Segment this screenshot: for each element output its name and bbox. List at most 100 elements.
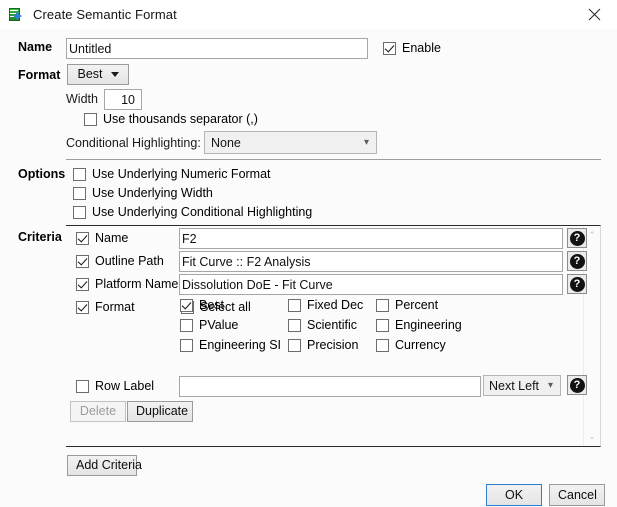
row-label-position-select[interactable]: Next Left ▾: [483, 375, 561, 396]
format-option-pvalue-checkbox-box[interactable]: [180, 318, 193, 332]
format-option-percent[interactable]: Percent: [376, 298, 462, 312]
format-option-percent-label: Percent: [395, 298, 439, 312]
format-option-percent-checkbox-box[interactable]: [376, 298, 389, 312]
format-option-currency-checkbox-box[interactable]: [376, 338, 389, 352]
format-option-precision[interactable]: Precision: [288, 338, 376, 352]
window-titlebar: Create Semantic Format: [0, 0, 617, 29]
row-label-help-icon[interactable]: ?: [567, 375, 587, 395]
name-label-wrap: Name: [18, 40, 52, 54]
format-option-precision-checkbox-box[interactable]: [288, 338, 301, 352]
option-numeric-format-label: Use Underlying Numeric Format: [92, 167, 271, 181]
option-width-label: Use Underlying Width: [92, 186, 213, 200]
row-label-input[interactable]: [179, 376, 481, 397]
format-option-engineering-label: Engineering: [395, 318, 462, 332]
criteria-platform-name-checkbox[interactable]: Platform Name: [76, 277, 178, 291]
thousands-separator-label: Use thousands separator (,): [103, 112, 258, 126]
scroll-down-icon[interactable]: ⌄: [588, 427, 596, 446]
criteria-format-checkbox[interactable]: Format: [76, 300, 135, 314]
divider-format-options: [66, 159, 601, 160]
criteria-outline-path-input[interactable]: [179, 251, 563, 272]
option-use-underlying-width[interactable]: Use Underlying Width: [73, 186, 213, 200]
criteria-name-checkbox-box[interactable]: [76, 231, 89, 245]
criteria-platform-name-help-icon[interactable]: ?: [567, 274, 587, 294]
format-option-best[interactable]: Best: [180, 298, 288, 312]
conditional-highlighting-select[interactable]: None ▾: [204, 131, 377, 154]
chevron-down-icon: [110, 72, 119, 77]
criteria-name-help-icon[interactable]: ?: [567, 228, 587, 248]
format-label-wrap: Format: [18, 68, 60, 82]
criteria-label: Criteria: [18, 230, 62, 244]
format-option-engineering-checkbox-box[interactable]: [376, 318, 389, 332]
criteria-name-checkbox[interactable]: Name: [76, 231, 128, 245]
row-label-position-value: Next Left: [489, 378, 540, 393]
format-option-scientific-checkbox-box[interactable]: [288, 318, 301, 332]
enable-checkbox[interactable]: Enable: [383, 41, 441, 55]
scroll-up-icon[interactable]: ⌃: [588, 226, 596, 245]
close-icon[interactable]: [571, 0, 617, 29]
format-option-engineering-si-checkbox-box[interactable]: [180, 338, 193, 352]
format-option-currency-label: Currency: [395, 338, 446, 352]
delete-button[interactable]: Delete: [70, 401, 126, 422]
width-input[interactable]: [104, 89, 142, 110]
question-mark-icon: ?: [569, 253, 585, 269]
format-option-pvalue-label: PValue: [199, 318, 239, 332]
criteria-outline-path-label: Outline Path: [95, 254, 164, 268]
criteria-name-input[interactable]: [179, 228, 563, 249]
cancel-button[interactable]: Cancel: [549, 484, 605, 506]
option-use-underlying-numeric-format[interactable]: Use Underlying Numeric Format: [73, 167, 271, 181]
question-mark-icon: ?: [569, 276, 585, 292]
width-label-wrap: Width: [66, 92, 98, 106]
criteria-outline-path-checkbox-box[interactable]: [76, 254, 89, 268]
options-label-wrap: Options: [18, 167, 65, 181]
format-option-best-label: Best: [199, 298, 225, 312]
conditional-highlighting-label: Conditional Highlighting:: [66, 136, 201, 150]
chevron-down-icon: ▾: [363, 136, 369, 148]
option-use-underlying-conditional-highlighting[interactable]: Use Underlying Conditional Highlighting: [73, 205, 312, 219]
window-title: Create Semantic Format: [33, 7, 177, 22]
ok-button[interactable]: OK: [486, 484, 542, 506]
format-type-dropdown-button[interactable]: Best: [67, 64, 129, 85]
format-option-engineering-si[interactable]: Engineering SI: [180, 338, 288, 352]
criteria-outline-path-help-icon[interactable]: ?: [567, 251, 587, 271]
name-label: Name: [18, 40, 53, 54]
options-label: Options: [18, 167, 66, 181]
format-option-scientific[interactable]: Scientific: [288, 318, 376, 332]
question-mark-icon: ?: [569, 377, 585, 393]
row-label-checkbox[interactable]: Row Label: [76, 379, 154, 393]
option-numeric-format-checkbox-box[interactable]: [73, 167, 86, 181]
name-input[interactable]: [66, 38, 368, 59]
format-option-fixed-dec-label: Fixed Dec: [307, 298, 364, 312]
format-option-best-checkbox-box[interactable]: [180, 298, 193, 312]
format-option-fixed-dec[interactable]: Fixed Dec: [288, 298, 376, 312]
format-options-grid: Best Fixed Dec Percent PValue Scientific…: [180, 298, 462, 352]
criteria-platform-name-label: Platform Name: [95, 277, 179, 291]
format-option-pvalue[interactable]: PValue: [180, 318, 288, 332]
option-width-checkbox-box[interactable]: [73, 186, 86, 200]
question-mark-icon: ?: [569, 230, 585, 246]
format-type-value: Best: [77, 67, 103, 81]
enable-label: Enable: [402, 41, 441, 55]
format-option-engineering-si-label: Engineering SI: [199, 338, 282, 352]
criteria-format-label: Format: [95, 300, 135, 314]
format-option-currency[interactable]: Currency: [376, 338, 462, 352]
option-conditional-highlighting-checkbox-box[interactable]: [73, 205, 86, 219]
thousands-separator-checkbox[interactable]: Use thousands separator (,): [84, 112, 258, 126]
criteria-platform-name-checkbox-box[interactable]: [76, 277, 89, 291]
criteria-name-label: Name: [95, 231, 129, 245]
format-option-precision-label: Precision: [307, 338, 359, 352]
thousands-separator-checkbox-box[interactable]: [84, 112, 97, 126]
add-criteria-button[interactable]: Add Criteria: [67, 455, 142, 476]
format-option-fixed-dec-checkbox-box[interactable]: [288, 298, 301, 312]
criteria-outline-path-checkbox[interactable]: Outline Path: [76, 254, 164, 268]
row-label-checkbox-box[interactable]: [76, 379, 89, 393]
conditional-highlighting-label-wrap: Conditional Highlighting:: [66, 136, 201, 150]
option-conditional-highlighting-label: Use Underlying Conditional Highlighting: [92, 205, 313, 219]
criteria-platform-name-input[interactable]: [179, 274, 563, 295]
width-label: Width: [66, 92, 98, 106]
criteria-format-checkbox-box[interactable]: [76, 300, 89, 314]
duplicate-button[interactable]: Duplicate: [127, 401, 193, 422]
format-option-engineering[interactable]: Engineering: [376, 318, 462, 332]
chevron-down-icon: ▾: [547, 379, 553, 391]
format-option-scientific-label: Scientific: [307, 318, 358, 332]
enable-checkbox-box[interactable]: [383, 41, 396, 55]
